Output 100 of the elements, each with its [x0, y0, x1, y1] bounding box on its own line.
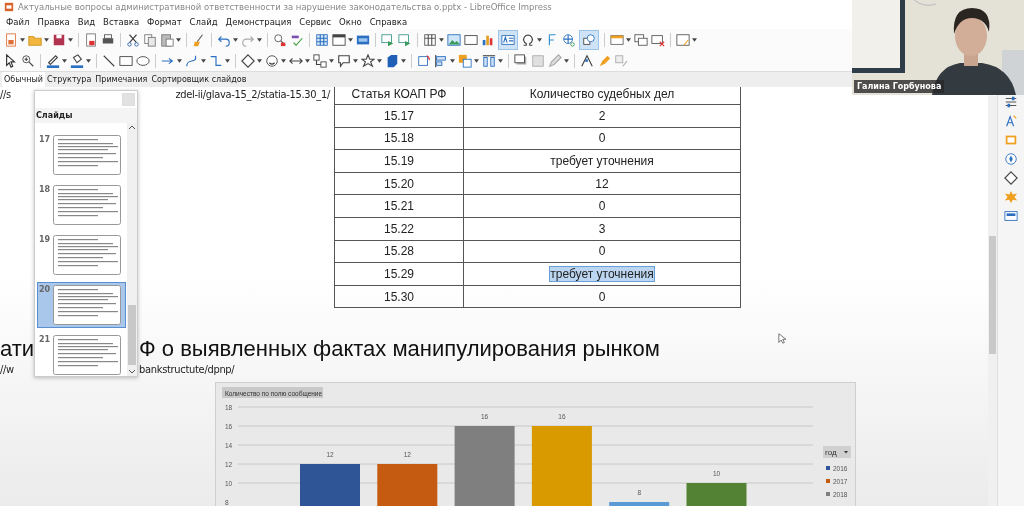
printer-icon[interactable]	[101, 33, 115, 47]
link-text[interactable]: //w	[0, 362, 14, 376]
slide-item[interactable]: 18	[38, 183, 125, 227]
cube-icon[interactable]	[385, 54, 399, 68]
menu-item[interactable]: Демонстрация	[221, 16, 296, 27]
monitor-play-icon[interactable]	[398, 33, 412, 47]
brush-icon[interactable]	[192, 33, 206, 47]
flowchart-icon[interactable]	[313, 54, 327, 68]
slide-item[interactable]: 17	[38, 133, 125, 177]
caret-icon[interactable]	[233, 38, 238, 42]
view-tab[interactable]: Сортировщик слайдов	[149, 72, 249, 87]
caret-icon[interactable]	[177, 59, 182, 63]
properties-icon[interactable]	[1004, 95, 1018, 109]
scissors-icon[interactable]	[126, 33, 140, 47]
spellcheck-icon[interactable]	[290, 33, 304, 47]
line-icon[interactable]	[102, 54, 116, 68]
undo-icon[interactable]	[217, 33, 231, 47]
scroll-thumb[interactable]	[128, 305, 136, 365]
callout-icon[interactable]	[337, 54, 351, 68]
slide-item[interactable]: 21	[38, 333, 125, 376]
caret-icon[interactable]	[348, 38, 353, 42]
caret-icon[interactable]	[377, 59, 382, 63]
curve-icon[interactable]	[185, 54, 199, 68]
omega-icon[interactable]	[521, 33, 535, 47]
menu-item[interactable]: Вид	[73, 16, 100, 27]
diamond-icon[interactable]	[241, 54, 255, 68]
globe-link-icon[interactable]	[562, 33, 576, 47]
caret-icon[interactable]	[62, 59, 67, 63]
view-tab[interactable]: Структура	[45, 72, 94, 87]
caret-icon[interactable]	[439, 38, 444, 42]
caret-icon[interactable]	[20, 38, 25, 42]
table-icon[interactable]	[423, 33, 437, 47]
view-tab[interactable]: Примечания	[93, 72, 150, 87]
slide-icon[interactable]	[610, 33, 624, 47]
ellipse-icon[interactable]	[136, 54, 150, 68]
caret-icon[interactable]	[474, 59, 479, 63]
menu-item[interactable]: Окно	[335, 16, 366, 27]
caret-icon[interactable]	[626, 38, 631, 42]
shadow-icon[interactable]	[514, 54, 528, 68]
diamond-icon[interactable]	[1004, 171, 1018, 185]
navigator-icon[interactable]	[1004, 152, 1018, 166]
bar-chart-icon[interactable]	[481, 33, 495, 47]
points-icon[interactable]	[580, 54, 594, 68]
pointer-icon[interactable]	[4, 54, 18, 68]
caret-icon[interactable]	[86, 59, 91, 63]
scrollbar[interactable]	[988, 96, 997, 506]
caret-icon[interactable]	[537, 38, 542, 42]
frame-icon[interactable]	[464, 33, 478, 47]
caret-icon[interactable]	[68, 38, 73, 42]
link-text[interactable]: bankstructute/dpnp/	[139, 362, 235, 376]
caret-icon[interactable]	[201, 59, 206, 63]
menu-item[interactable]: Сервис	[295, 16, 336, 27]
caret-icon[interactable]	[44, 38, 49, 42]
caret-icon[interactable]	[450, 59, 455, 63]
smiley-icon[interactable]	[265, 54, 279, 68]
window-icon[interactable]	[332, 33, 346, 47]
scrollbar[interactable]	[127, 123, 137, 376]
copy-icon[interactable]	[143, 33, 157, 47]
chevron-up-icon[interactable]	[128, 125, 136, 130]
align-icon[interactable]	[434, 54, 448, 68]
menu-item[interactable]: Правка	[33, 16, 74, 27]
menu-item[interactable]: Файл	[2, 16, 34, 27]
zoom-icon[interactable]	[21, 54, 35, 68]
line-color-icon[interactable]	[46, 54, 60, 68]
clipboard-icon[interactable]	[160, 33, 174, 47]
connector-icon[interactable]	[209, 54, 223, 68]
chevron-down-icon[interactable]	[128, 369, 136, 374]
caret-icon[interactable]	[692, 38, 697, 42]
caret-icon[interactable]	[498, 59, 503, 63]
menu-item[interactable]: Справка	[365, 16, 412, 27]
distribute-icon[interactable]	[482, 54, 496, 68]
duplicate-slide-icon[interactable]	[634, 33, 648, 47]
fill-color-icon[interactable]	[70, 54, 84, 68]
caret-icon[interactable]	[329, 59, 334, 63]
caret-icon[interactable]	[353, 59, 358, 63]
menu-item[interactable]: Формат	[143, 16, 186, 27]
slide-item[interactable]: 19	[38, 233, 125, 277]
rectangle-icon[interactable]	[119, 54, 133, 68]
master-slide-icon[interactable]	[1004, 209, 1018, 223]
menu-item[interactable]: Слайд	[185, 16, 222, 27]
delete-slide-icon[interactable]	[651, 33, 665, 47]
link-text[interactable]: zdel-ii/glava-15_2/statia-15.30_1/	[175, 88, 330, 101]
caret-icon[interactable]	[281, 59, 286, 63]
grid-icon[interactable]	[315, 33, 329, 47]
caret-icon[interactable]	[225, 59, 230, 63]
caret-icon[interactable]	[305, 59, 310, 63]
find-replace-icon[interactable]	[273, 33, 287, 47]
caret-icon[interactable]	[257, 59, 262, 63]
caret-icon[interactable]	[564, 59, 569, 63]
rotate-icon[interactable]	[417, 54, 431, 68]
styles-icon[interactable]	[1004, 114, 1018, 128]
view-tab[interactable]: Обычный	[2, 72, 46, 87]
display-icon[interactable]	[356, 33, 370, 47]
link-text[interactable]: //s	[0, 88, 11, 101]
legend-dropdown[interactable]: год	[823, 446, 851, 459]
star-icon[interactable]	[361, 54, 375, 68]
caret-icon[interactable]	[176, 38, 181, 42]
caret-icon[interactable]	[257, 38, 262, 42]
menu-item[interactable]: Вставка	[99, 16, 144, 27]
pdf-document-icon[interactable]	[84, 33, 98, 47]
